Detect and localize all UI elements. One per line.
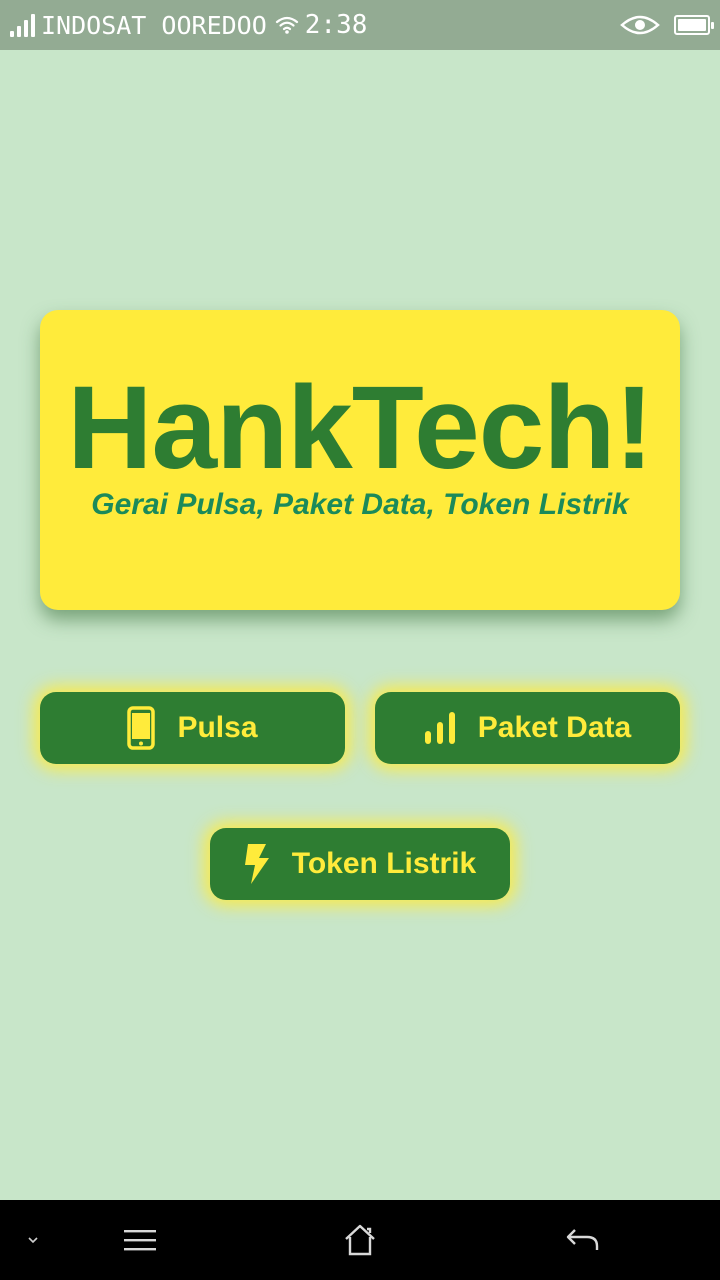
pulsa-button-label: Pulsa xyxy=(177,711,258,744)
paket-data-button[interactable]: Paket Data xyxy=(375,692,680,764)
token-listrik-button[interactable]: Token Listrik xyxy=(210,828,510,900)
pulsa-button[interactable]: Pulsa xyxy=(40,692,345,764)
app-title: HankTech! xyxy=(67,362,654,494)
hero-card: HankTech! Gerai Pulsa, Paket Data, Token… xyxy=(40,310,680,610)
chevron-down-icon xyxy=(28,1237,38,1244)
token-listrik-button-label: Token Listrik xyxy=(291,847,477,880)
status-time: 2:38 xyxy=(304,10,368,40)
menu-icon xyxy=(124,1230,156,1251)
navigation-bar xyxy=(0,1200,720,1280)
paket-data-button-label: Paket Data xyxy=(477,711,632,744)
signal-icon xyxy=(10,13,35,37)
menu-button[interactable] xyxy=(110,1200,170,1280)
status-right xyxy=(620,13,714,37)
eye-icon xyxy=(620,15,660,35)
home-icon xyxy=(345,1224,375,1256)
status-bar: INDOSAT OOREDOO 2:38 xyxy=(0,0,720,50)
lightning-icon xyxy=(244,844,269,884)
battery-icon xyxy=(674,15,714,35)
back-button[interactable] xyxy=(552,1200,612,1280)
home-button[interactable] xyxy=(330,1200,390,1280)
status-left: INDOSAT OOREDOO 2:38 xyxy=(10,10,367,40)
carrier-name: INDOSAT OOREDOO xyxy=(41,10,267,40)
back-icon xyxy=(566,1229,599,1250)
phone-icon xyxy=(127,706,156,750)
app-subtitle: Gerai Pulsa, Paket Data, Token Listrik xyxy=(91,488,629,521)
wifi-icon xyxy=(275,16,298,34)
signal-bars-icon xyxy=(424,712,455,744)
collapse-button[interactable] xyxy=(18,1200,48,1280)
